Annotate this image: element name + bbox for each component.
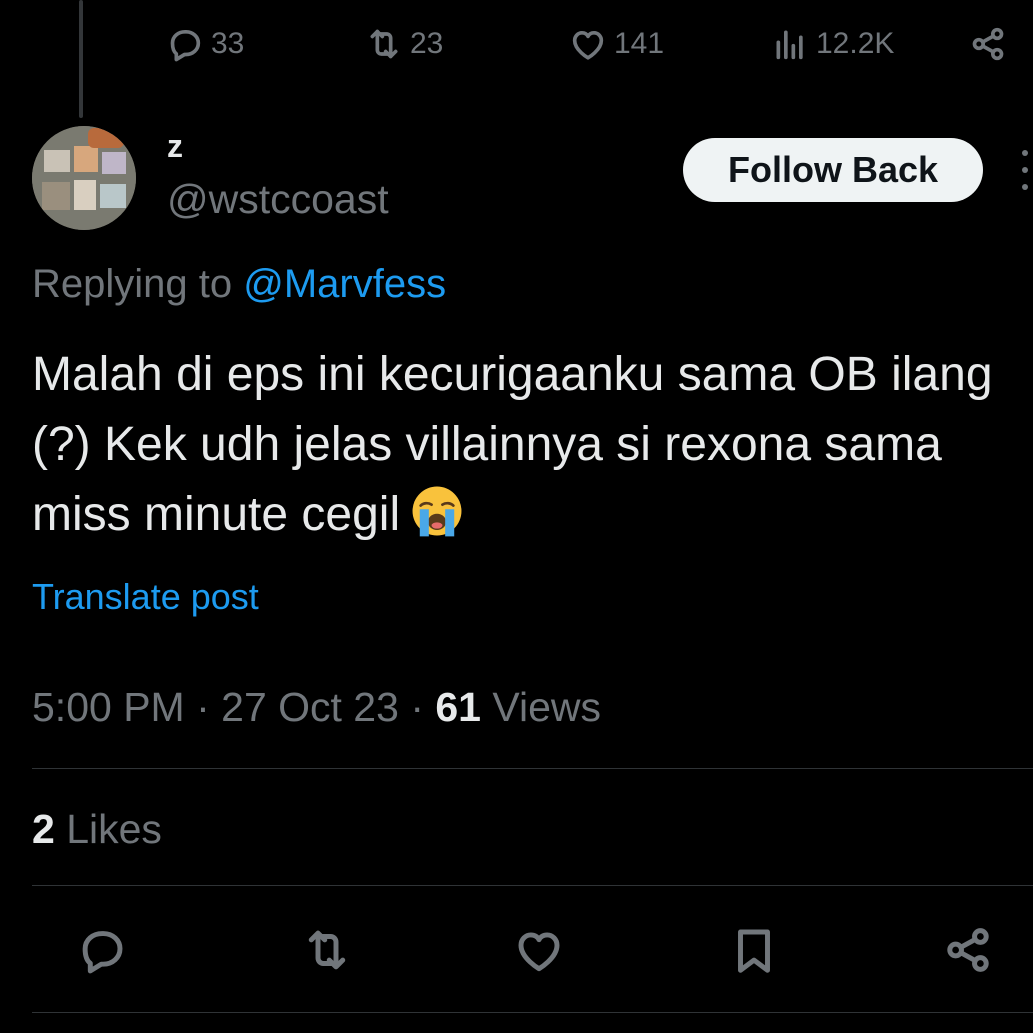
replying-to-prefix: Replying to bbox=[32, 262, 244, 306]
action-bar bbox=[0, 920, 1033, 980]
views-label: Views bbox=[480, 684, 601, 730]
avatar-shape bbox=[74, 146, 98, 172]
timestamp-row: 5:00 PM · 27 Oct 23 · 61 Views bbox=[32, 684, 601, 731]
divider bbox=[32, 885, 1033, 886]
reply-icon bbox=[82, 931, 123, 974]
likes-label: Likes bbox=[54, 806, 162, 852]
share-icon bbox=[947, 928, 989, 972]
parent-tweet-metrics: 33 23 141 12.2K bbox=[0, 18, 1033, 70]
author-handle[interactable]: @wstccoast bbox=[167, 176, 389, 223]
like-button[interactable] bbox=[509, 920, 569, 980]
views-icon bbox=[776, 30, 803, 60]
parent-views-count: 12.2K bbox=[816, 27, 895, 60]
translate-post-link[interactable]: Translate post bbox=[32, 576, 259, 618]
retweet-button[interactable] bbox=[297, 920, 357, 980]
views-count: 61 bbox=[435, 684, 481, 730]
replying-to-mention[interactable]: @Marvfess bbox=[243, 262, 446, 306]
parent-share-button[interactable] bbox=[968, 18, 1008, 70]
reply-button[interactable] bbox=[72, 920, 132, 980]
reply-icon bbox=[170, 30, 201, 62]
avatar-shape bbox=[88, 128, 124, 148]
share-button[interactable] bbox=[938, 920, 998, 980]
tweet-text: Malah di eps ini kecurigaanku sama OB il… bbox=[32, 340, 1002, 550]
avatar-shape bbox=[102, 152, 126, 174]
parent-retweet-button[interactable]: 23 bbox=[364, 18, 443, 70]
separator: · bbox=[398, 684, 436, 730]
tweet-date[interactable]: 27 Oct 23 bbox=[221, 684, 399, 730]
parent-reply-button[interactable]: 33 bbox=[165, 18, 244, 70]
avatar-shape bbox=[74, 180, 96, 210]
avatar-shape bbox=[44, 150, 70, 172]
likes-count: 2 bbox=[32, 806, 55, 852]
separator: · bbox=[184, 684, 222, 730]
parent-retweet-count: 23 bbox=[410, 27, 444, 60]
parent-like-button[interactable]: 141 bbox=[568, 18, 664, 70]
tweet-detail-page: 33 23 141 12.2K z @wstccoast Follow Back… bbox=[0, 0, 1033, 1033]
heart-icon bbox=[518, 932, 560, 972]
author-display-name[interactable]: z bbox=[167, 128, 183, 165]
tweet-body: Malah di eps ini kecurigaanku sama OB il… bbox=[32, 348, 993, 541]
likes-summary[interactable]: 2 Likes bbox=[32, 806, 162, 853]
loudly-crying-face-icon bbox=[412, 486, 462, 537]
avatar-shape bbox=[42, 182, 70, 210]
tweet-time[interactable]: 5:00 PM bbox=[32, 684, 185, 730]
parent-like-count: 141 bbox=[614, 27, 665, 60]
parent-views-button[interactable]: 12.2K bbox=[770, 18, 894, 70]
more-icon[interactable] bbox=[1016, 150, 1033, 190]
retweet-icon bbox=[308, 930, 346, 970]
more-dot bbox=[1021, 184, 1028, 190]
retweet-icon bbox=[370, 29, 398, 59]
parent-reply-count: 33 bbox=[211, 27, 245, 60]
replying-to: Replying to @Marvfess bbox=[32, 262, 446, 307]
divider bbox=[32, 1012, 1033, 1013]
share-icon bbox=[972, 27, 1004, 61]
divider bbox=[32, 768, 1033, 769]
follow-back-button[interactable]: Follow Back bbox=[683, 138, 983, 202]
bookmark-button[interactable] bbox=[724, 920, 784, 980]
more-dot bbox=[1021, 167, 1028, 173]
avatar-shape bbox=[100, 184, 126, 208]
heart-icon bbox=[572, 31, 604, 60]
more-dot bbox=[1021, 150, 1028, 156]
avatar[interactable] bbox=[32, 126, 136, 230]
bookmark-icon bbox=[738, 929, 770, 973]
